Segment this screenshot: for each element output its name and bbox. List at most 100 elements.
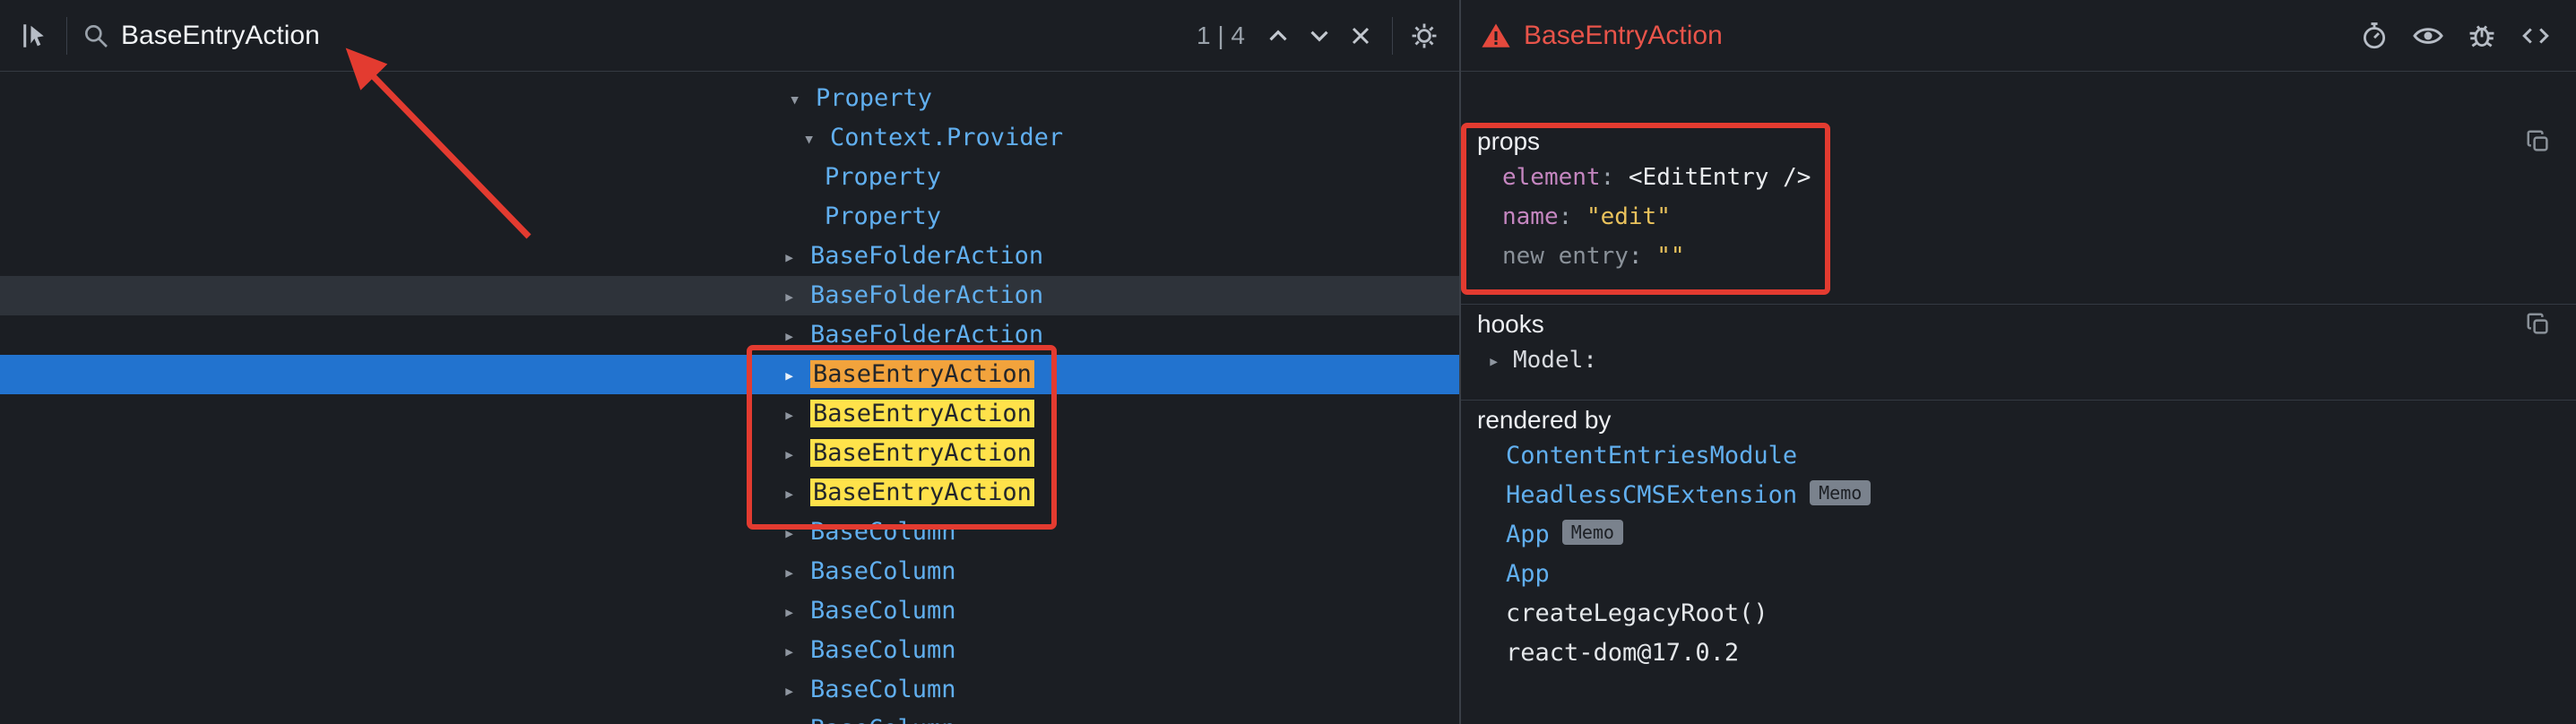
close-icon — [1346, 22, 1375, 50]
collapsed-arrow-icon[interactable]: ▸ — [1488, 342, 1513, 382]
component-name[interactable]: BaseColumn — [810, 518, 956, 546]
component-name[interactable]: BaseEntryAction — [810, 478, 1034, 506]
view-source-button[interactable] — [2515, 15, 2556, 56]
rendered-by-section: rendered by ContentEntriesModuleHeadless… — [1461, 401, 2576, 696]
component-name[interactable]: Property — [816, 84, 932, 112]
tree-row[interactable]: ▸BaseFolderAction — [0, 237, 1459, 276]
component-name[interactable]: Property — [825, 203, 941, 230]
component-name[interactable]: BaseColumn — [810, 676, 956, 703]
tree-row[interactable]: ▸BaseEntryAction — [0, 394, 1459, 434]
component-tree[interactable]: ▾Property▾Context.ProviderPropertyProper… — [0, 72, 1459, 724]
hooks-list: ▸Model: — [1461, 340, 2576, 380]
owner-link[interactable]: App — [1506, 521, 1550, 548]
prop-key: element — [1502, 164, 1601, 191]
inspect-element-button[interactable] — [14, 15, 56, 56]
prop-value: "edit" — [1586, 203, 1671, 230]
component-name[interactable]: BaseEntryAction — [810, 439, 1034, 467]
collapsed-arrow-icon[interactable]: ▸ — [783, 514, 810, 554]
copy-props-button[interactable] — [2520, 124, 2556, 159]
hook-name: Model: — [1513, 347, 1597, 374]
component-name[interactable]: BaseColumn — [810, 715, 956, 724]
toolbar-divider — [1392, 17, 1393, 55]
copy-icon — [2525, 128, 2552, 155]
search-input[interactable] — [114, 21, 1189, 51]
tree-row[interactable]: ▾Property — [0, 79, 1459, 118]
tree-row[interactable]: ▸BaseEntryAction — [0, 355, 1459, 394]
props-section: props element: <EditEntry />name: "edit"… — [1461, 72, 2576, 305]
previous-match-button[interactable] — [1258, 15, 1299, 56]
inspect-dom-button[interactable] — [2407, 15, 2449, 56]
collapsed-arrow-icon[interactable]: ▸ — [783, 672, 810, 711]
tree-row[interactable]: ▸BaseColumn — [0, 591, 1459, 631]
tree-row[interactable]: ▸BaseEntryAction — [0, 473, 1459, 513]
component-name[interactable]: BaseEntryAction — [810, 400, 1034, 427]
prop-key: name — [1502, 203, 1559, 230]
hooks-section: hooks ▸Model: — [1461, 305, 2576, 401]
prop-entry[interactable]: element: <EditEntry /> — [1461, 158, 2576, 197]
hooks-section-title: hooks — [1477, 308, 2576, 340]
component-name[interactable]: BaseFolderAction — [810, 321, 1043, 349]
copy-icon — [2525, 311, 2552, 338]
next-match-button[interactable] — [1299, 15, 1340, 56]
colon: : — [1629, 243, 1656, 270]
tree-row[interactable]: Property — [0, 158, 1459, 197]
expanded-arrow-icon[interactable]: ▾ — [803, 120, 830, 159]
rendered-by-item: App Memo — [1461, 515, 2576, 555]
owner-link[interactable]: App — [1506, 560, 1550, 588]
component-name[interactable]: Context.Provider — [830, 124, 1063, 151]
prop-entry[interactable]: new entry: "" — [1461, 237, 2576, 276]
toolbar-divider — [66, 17, 67, 55]
expanded-arrow-icon[interactable]: ▾ — [789, 81, 816, 120]
tree-row[interactable]: ▸BaseFolderAction — [0, 315, 1459, 355]
component-name[interactable]: BaseFolderAction — [810, 281, 1043, 309]
stopwatch-icon — [2359, 21, 2390, 51]
collapsed-arrow-icon[interactable]: ▸ — [783, 278, 810, 317]
collapsed-arrow-icon[interactable]: ▸ — [783, 475, 810, 514]
collapsed-arrow-icon[interactable]: ▸ — [783, 317, 810, 357]
tree-row[interactable]: ▸BaseEntryAction — [0, 434, 1459, 473]
owner-link[interactable]: HeadlessCMSExtension — [1506, 481, 1797, 509]
clear-search-button[interactable] — [1340, 15, 1381, 56]
memo-badge: Memo — [1562, 520, 1623, 545]
copy-hooks-button[interactable] — [2520, 306, 2556, 342]
tree-row[interactable]: ▸BaseColumn — [0, 710, 1459, 724]
tree-row[interactable]: ▸BaseFolderAction — [0, 276, 1459, 315]
collapsed-arrow-icon[interactable]: ▸ — [783, 357, 810, 396]
owner-link[interactable]: ContentEntriesModule — [1506, 442, 1797, 470]
react-devtools-components-panel: 1 | 4 — [0, 0, 2576, 724]
settings-button[interactable] — [1404, 15, 1445, 56]
tree-row[interactable]: ▸BaseColumn — [0, 513, 1459, 552]
memo-badge: Memo — [1810, 480, 1871, 505]
component-name[interactable]: Property — [825, 163, 941, 191]
details-header: BaseEntryAction — [1461, 0, 2576, 72]
tree-row[interactable]: ▸BaseColumn — [0, 670, 1459, 710]
component-details-panel: BaseEntryAction — [1461, 0, 2576, 724]
rendered-by-item: HeadlessCMSExtension Memo — [1461, 476, 2576, 515]
component-name[interactable]: BaseColumn — [810, 597, 956, 625]
collapsed-arrow-icon[interactable]: ▸ — [783, 711, 810, 724]
prop-value: <EditEntry /> — [1629, 164, 1811, 191]
tree-row[interactable]: ▸BaseColumn — [0, 631, 1459, 670]
component-name[interactable]: BaseColumn — [810, 636, 956, 664]
collapsed-arrow-icon[interactable]: ▸ — [783, 435, 810, 475]
component-name[interactable]: BaseFolderAction — [810, 242, 1043, 270]
bug-icon — [2467, 21, 2497, 51]
component-name[interactable]: BaseEntryAction — [810, 360, 1034, 388]
tree-row[interactable]: Property — [0, 197, 1459, 237]
tree-row[interactable]: ▸BaseColumn — [0, 552, 1459, 591]
collapsed-arrow-icon[interactable]: ▸ — [783, 238, 810, 278]
collapsed-arrow-icon[interactable]: ▸ — [783, 554, 810, 593]
prop-key: new entry — [1502, 243, 1629, 270]
collapsed-arrow-icon[interactable]: ▸ — [783, 396, 810, 435]
log-component-button[interactable] — [2461, 15, 2503, 56]
props-section-title: props — [1477, 125, 2576, 158]
component-name[interactable]: BaseColumn — [810, 557, 956, 585]
collapsed-arrow-icon[interactable]: ▸ — [783, 633, 810, 672]
prop-entry[interactable]: name: "edit" — [1461, 197, 2576, 237]
tree-row[interactable]: ▾Context.Provider — [0, 118, 1459, 158]
suspense-toggle-button[interactable] — [2354, 15, 2395, 56]
collapsed-arrow-icon[interactable]: ▸ — [783, 593, 810, 633]
chevron-up-icon — [1263, 21, 1293, 51]
rendered-by-item: react-dom@17.0.2 — [1461, 634, 2576, 673]
hook-entry[interactable]: ▸Model: — [1461, 340, 2576, 380]
